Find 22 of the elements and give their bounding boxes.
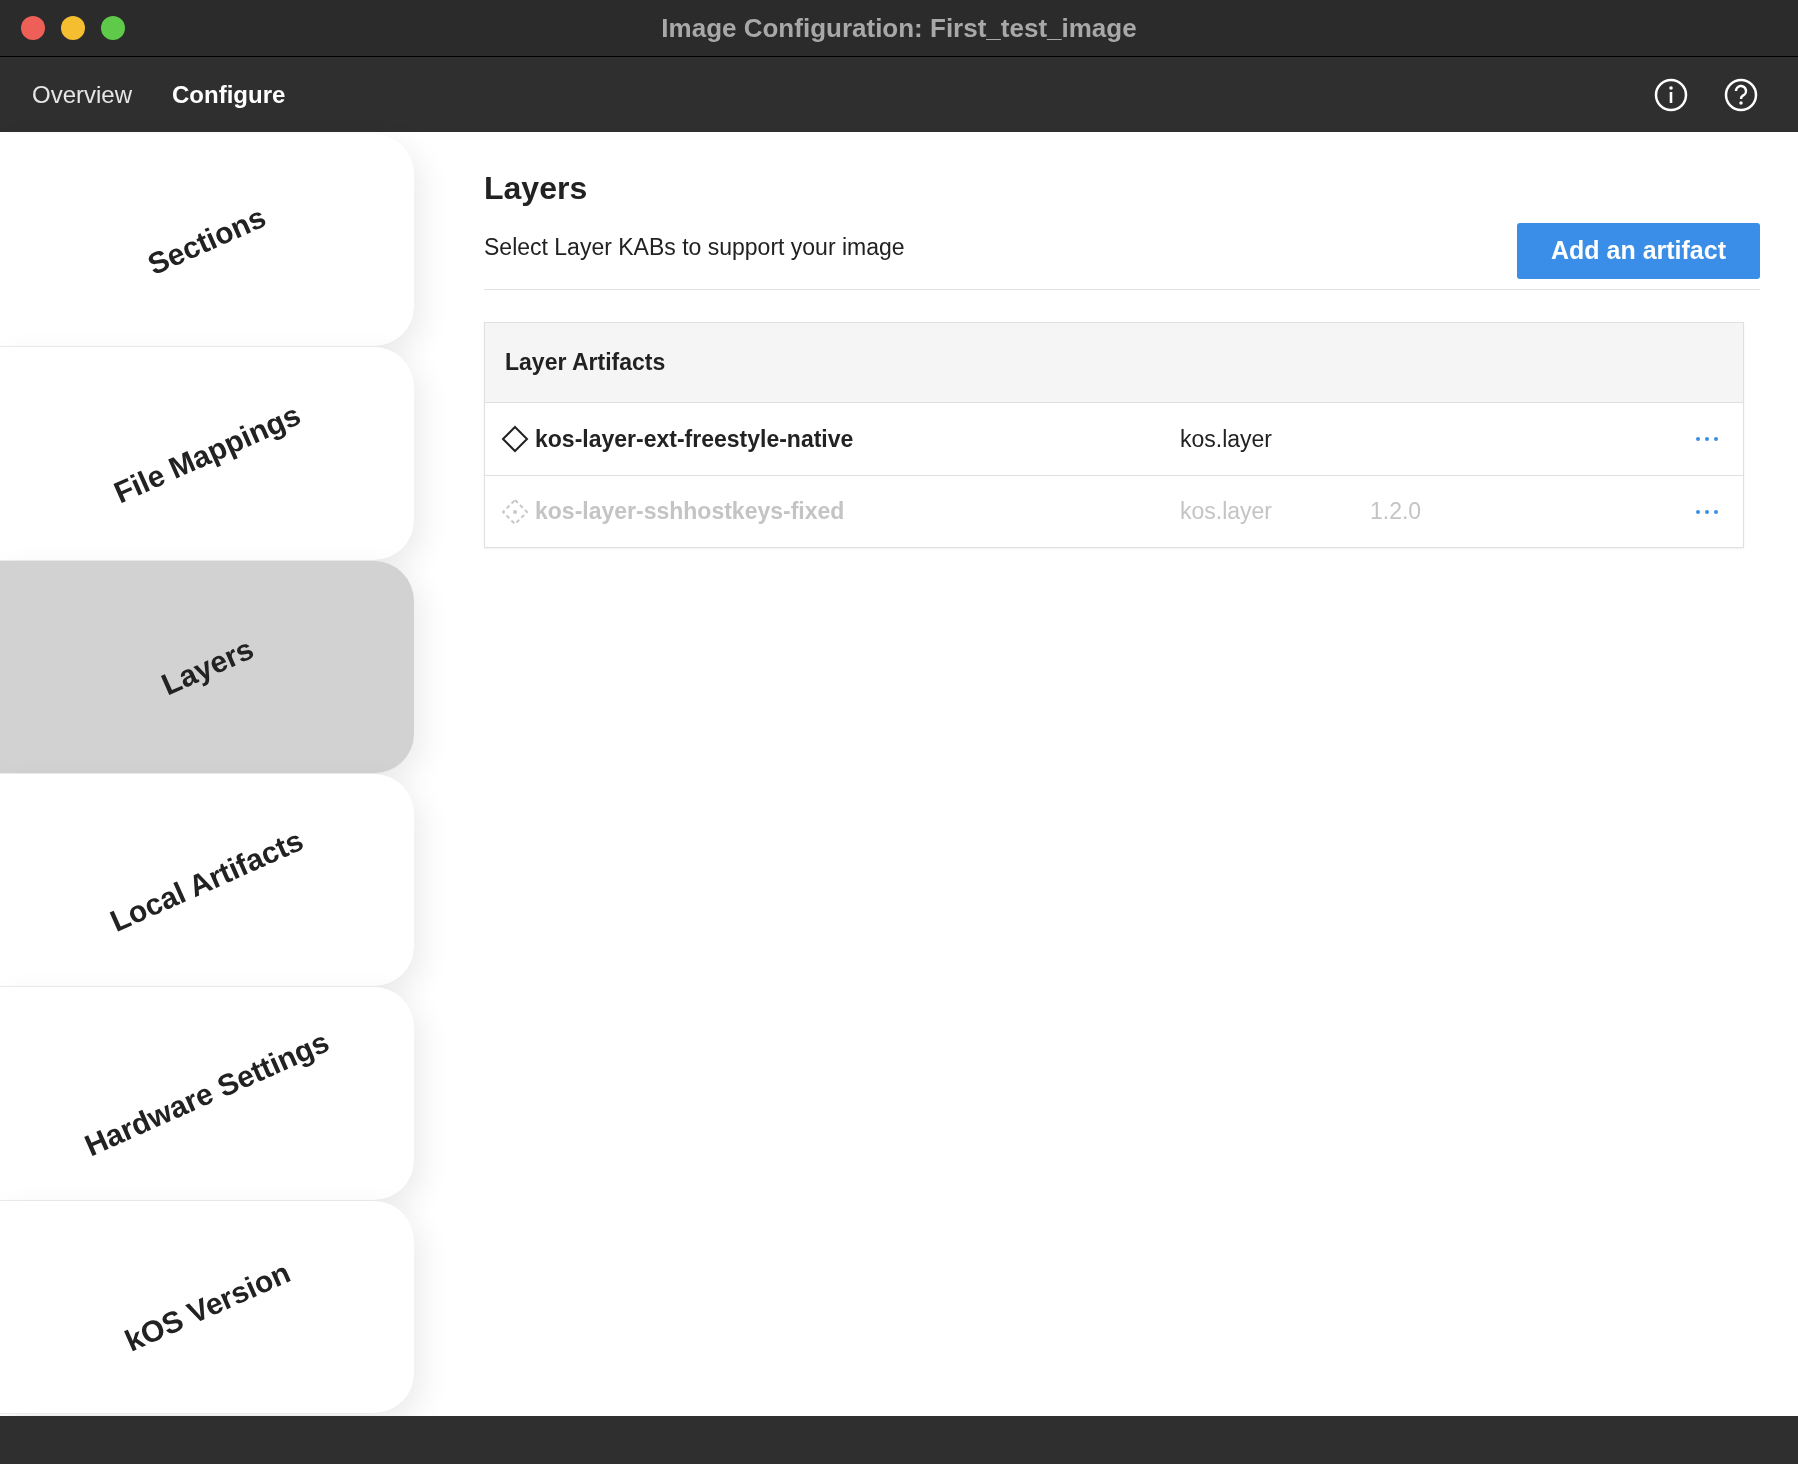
minimize-window-icon[interactable] — [60, 15, 86, 41]
panel-title: Layer Artifacts — [505, 348, 666, 378]
artifact-type: kos.layer — [1180, 424, 1274, 454]
help-icon[interactable] — [1724, 77, 1758, 112]
dotted-diamond-icon — [501, 497, 529, 526]
more-options-icon[interactable] — [1695, 436, 1719, 442]
artifact-type: kos.layer — [1180, 497, 1274, 527]
nav-tab[interactable]: Configure — [172, 76, 286, 113]
section-label: Layers — [155, 631, 259, 704]
page-title: Layers — [484, 169, 589, 208]
artifact-name: kos-layer-sshhostkeys-fixed — [535, 497, 846, 527]
info-icon[interactable] — [1654, 77, 1688, 112]
window-title: Image Configuration: First_test_image — [661, 11, 1137, 45]
diamond-icon — [501, 425, 529, 453]
zoom-window-icon[interactable] — [100, 15, 126, 41]
section-card[interactable]: Layers — [0, 560, 414, 774]
close-window-icon[interactable] — [20, 15, 46, 41]
nav-tab[interactable]: Overview — [32, 76, 133, 113]
artifact-name: kos-layer-ext-freestyle-native — [535, 424, 855, 454]
artifact-row[interactable]: kos-layer-ext-freestyle-native kos.layer — [485, 403, 1743, 475]
artifact-version: 1.2.0 — [1370, 497, 1422, 527]
page-subtitle: Select Layer KABs to support your image — [484, 233, 905, 262]
